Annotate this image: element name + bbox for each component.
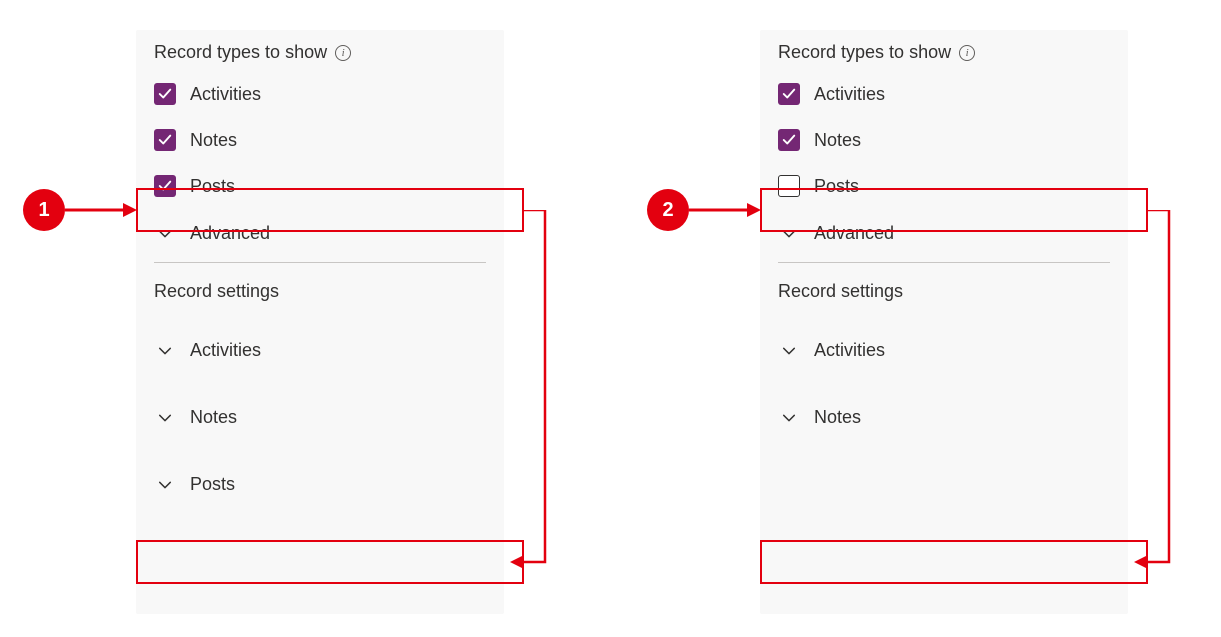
divider xyxy=(778,262,1110,263)
callout-arrow-2 xyxy=(689,200,761,220)
info-icon[interactable]: i xyxy=(959,45,975,61)
callout-arrow-1 xyxy=(65,200,137,220)
expander-label: Notes xyxy=(190,407,237,428)
checkbox-icon xyxy=(778,175,800,197)
panel-posts-checked: Record types to show i Activities Notes … xyxy=(136,30,504,614)
connector-a xyxy=(505,210,560,580)
info-icon[interactable]: i xyxy=(335,45,351,61)
checkbox-icon xyxy=(778,83,800,105)
checkbox-notes[interactable]: Notes xyxy=(136,117,504,163)
expander-label: Activities xyxy=(814,340,885,361)
divider xyxy=(154,262,486,263)
advanced-expander[interactable]: Advanced xyxy=(136,209,504,258)
expander-posts[interactable]: Posts xyxy=(136,460,504,509)
advanced-expander[interactable]: Advanced xyxy=(760,209,1128,258)
record-settings-header: Record settings xyxy=(136,271,504,326)
advanced-label: Advanced xyxy=(190,223,270,244)
checkbox-icon xyxy=(778,129,800,151)
expander-notes[interactable]: Notes xyxy=(136,393,504,442)
chevron-down-icon xyxy=(158,344,172,358)
callout-badge-2: 2 xyxy=(647,189,689,231)
chevron-down-icon xyxy=(782,344,796,358)
checkbox-icon xyxy=(154,175,176,197)
checkbox-label: Posts xyxy=(190,176,235,197)
checkbox-notes[interactable]: Notes xyxy=(760,117,1128,163)
expander-activities[interactable]: Activities xyxy=(760,326,1128,375)
callout-number: 2 xyxy=(662,199,673,222)
checkbox-posts[interactable]: Posts xyxy=(760,163,1128,209)
record-types-header: Record types to show i xyxy=(760,30,1128,71)
chevron-down-icon xyxy=(782,411,796,425)
advanced-label: Advanced xyxy=(814,223,894,244)
chevron-down-icon xyxy=(158,478,172,492)
panel-posts-unchecked: Record types to show i Activities Notes … xyxy=(760,30,1128,614)
chevron-down-icon xyxy=(782,227,796,241)
expander-activities[interactable]: Activities xyxy=(136,326,504,375)
checkbox-icon xyxy=(154,129,176,151)
checkbox-icon xyxy=(154,83,176,105)
callout-number: 1 xyxy=(38,199,49,222)
expander-label: Notes xyxy=(814,407,861,428)
expander-label: Posts xyxy=(190,474,235,495)
checkbox-label: Notes xyxy=(190,130,237,151)
expander-label: Activities xyxy=(190,340,261,361)
record-settings-header: Record settings xyxy=(760,271,1128,326)
checkbox-activities[interactable]: Activities xyxy=(760,71,1128,117)
checkbox-label: Notes xyxy=(814,130,861,151)
callout-badge-1: 1 xyxy=(23,189,65,231)
expander-notes[interactable]: Notes xyxy=(760,393,1128,442)
checkbox-posts[interactable]: Posts xyxy=(136,163,504,209)
record-types-header: Record types to show i xyxy=(136,30,504,71)
connector-b xyxy=(1129,210,1184,580)
checkbox-activities[interactable]: Activities xyxy=(136,71,504,117)
chevron-down-icon xyxy=(158,227,172,241)
checkbox-label: Posts xyxy=(814,176,859,197)
chevron-down-icon xyxy=(158,411,172,425)
checkbox-label: Activities xyxy=(190,84,261,105)
record-types-label: Record types to show xyxy=(154,42,327,63)
checkbox-label: Activities xyxy=(814,84,885,105)
record-types-label: Record types to show xyxy=(778,42,951,63)
